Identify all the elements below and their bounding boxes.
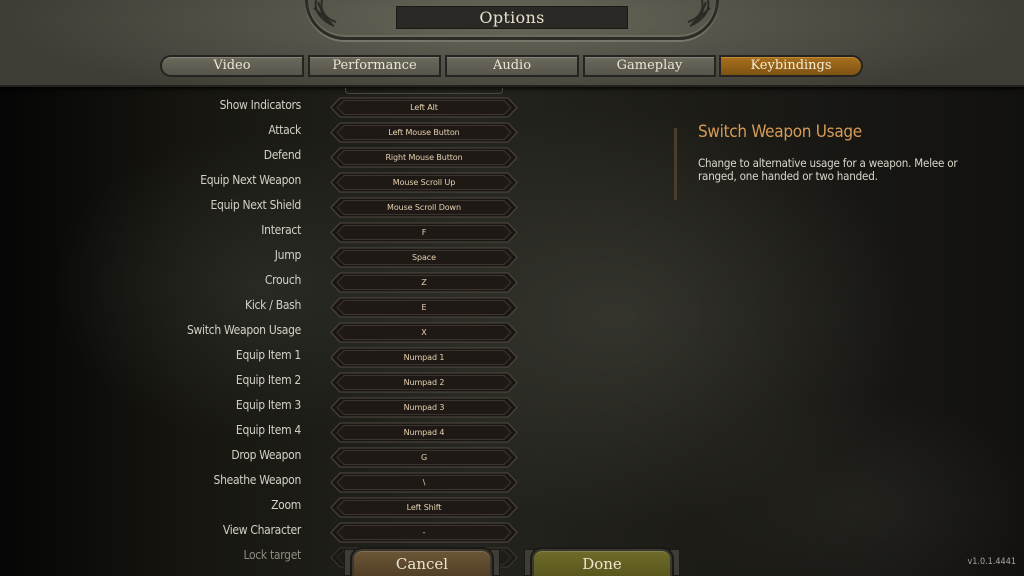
keybinding-key-button[interactable]: - [330, 522, 518, 543]
keybinding-key-value: Right Mouse Button [385, 153, 463, 162]
keybinding-key-button[interactable]: F [330, 222, 518, 243]
keybinding-key-button[interactable]: \ [330, 472, 518, 493]
keybinding-key-button[interactable]: X [330, 322, 518, 343]
keybinding-key-value: G [420, 453, 428, 462]
keybinding-list[interactable]: Show Indicators Left Alt Attack Left Mouse … [0, 88, 540, 576]
keybinding-key-value: E [421, 303, 427, 312]
keybinding-key-value: Mouse Scroll Down [387, 203, 461, 212]
keybinding-action-label: Equip Next Shield [210, 198, 302, 212]
keybinding-key-value: Numpad 3 [403, 403, 445, 412]
keybinding-key-button[interactable]: E [330, 297, 518, 318]
keybinding-key-button[interactable]: Numpad 4 [330, 422, 518, 443]
keybinding-row: Jump Space [0, 245, 540, 270]
keybinding-key-value: X [421, 328, 427, 337]
keybinding-action-label: Equip Item 3 [235, 398, 301, 412]
keybinding-row: Interact F [0, 220, 540, 245]
keybinding-row: Equip Item 3 Numpad 3 [0, 395, 540, 420]
cancel-button[interactable]: Cancel [352, 549, 492, 576]
keybinding-action-label: Zoom [271, 498, 301, 512]
keybinding-key-value: Z [421, 278, 427, 287]
tab-gameplay[interactable]: Gameplay [583, 55, 716, 77]
keybinding-row: Switch Weapon Usage X [0, 320, 540, 345]
keybinding-key-value: Left Shift [406, 503, 442, 512]
keybinding-row: Equip Next Shield Mouse Scroll Down [0, 195, 540, 220]
keybinding-action-label: Lock target [243, 548, 301, 562]
keybinding-row: Attack Left Mouse Button [0, 120, 540, 145]
keybinding-row: Equip Item 1 Numpad 1 [0, 345, 540, 370]
keybinding-key-value: Numpad 1 [403, 353, 445, 362]
keybinding-key-value: Numpad 2 [403, 378, 445, 387]
keybinding-key-button[interactable]: Space [330, 247, 518, 268]
keybinding-row: Sheathe Weapon \ [0, 470, 540, 495]
page-title: Options [396, 6, 628, 29]
keybinding-key-value: - [422, 528, 426, 537]
celtic-knot-left-icon [313, 0, 337, 27]
keybinding-row: Equip Item 2 Numpad 2 [0, 370, 540, 395]
keybinding-row: Crouch Z [0, 270, 540, 295]
keybinding-action-label: Drop Weapon [231, 448, 301, 462]
done-button[interactable]: Done [532, 549, 672, 576]
keybinding-key-button[interactable]: Mouse Scroll Down [330, 197, 518, 218]
keybinding-action-label: Kick / Bash [245, 298, 301, 312]
keybinding-key-value: Space [412, 253, 436, 262]
keybinding-action-label: Equip Next Weapon [200, 173, 301, 187]
keybinding-row: Kick / Bash E [0, 295, 540, 320]
keybinding-row: View Character - [0, 520, 540, 545]
keybinding-row: Drop Weapon G [0, 445, 540, 470]
keybinding-key-button[interactable]: Left Shift [330, 497, 518, 518]
keybinding-action-label: Sheathe Weapon [213, 473, 302, 487]
tab-keybindings[interactable]: Keybindings [719, 55, 863, 77]
keybinding-action-label: Crouch [264, 273, 301, 287]
description-text: Change to alternative usage for a weapon… [698, 156, 958, 183]
keybinding-key-value: F [421, 228, 427, 237]
keybinding-action-label: Show Indicators [219, 98, 302, 112]
tab-video[interactable]: Video [160, 55, 304, 77]
keybinding-key-button[interactable]: Z [330, 272, 518, 293]
keybinding-key-value: Left Mouse Button [388, 128, 460, 137]
keybinding-action-label: Interact [261, 223, 301, 237]
keybinding-row: Equip Next Weapon Mouse Scroll Up [0, 170, 540, 195]
keybinding-action-label: Attack [268, 123, 301, 137]
keybinding-key-button[interactable]: Left Alt [330, 97, 518, 118]
keybinding-row: Equip Item 4 Numpad 4 [0, 420, 540, 445]
description-title: Switch Weapon Usage [698, 122, 862, 142]
options-header: Options Video Performance Audio Gameplay… [0, 0, 1024, 87]
keybinding-action-label: Jump [274, 248, 302, 262]
keybinding-action-label: Equip Item 4 [235, 423, 301, 437]
keybinding-key-button[interactable]: Numpad 3 [330, 397, 518, 418]
keybinding-key-button[interactable]: Numpad 2 [330, 372, 518, 393]
keybinding-row: Zoom Left Shift [0, 495, 540, 520]
keybinding-key-value: Numpad 4 [403, 428, 445, 437]
keybinding-key-button[interactable]: Left Mouse Button [330, 122, 518, 143]
tab-audio[interactable]: Audio [445, 55, 579, 77]
keybinding-key-button[interactable]: G [330, 447, 518, 468]
keybinding-action-label: Defend [263, 148, 302, 162]
keybinding-key-button[interactable]: Mouse Scroll Up [330, 172, 518, 193]
version-label: v1.0.1.4441 [967, 557, 1016, 567]
keybinding-action-label: View Character [222, 523, 301, 537]
keybinding-row: Show Indicators Left Alt [0, 95, 540, 120]
keybinding-action-label: Switch Weapon Usage [186, 323, 301, 337]
keybinding-key-value: Mouse Scroll Up [392, 178, 456, 187]
keybinding-key-button[interactable]: Numpad 1 [330, 347, 518, 368]
keybinding-key-value: \ [422, 478, 426, 487]
keybinding-action-label: Equip Item 2 [235, 373, 301, 387]
description-accent-bar [674, 128, 677, 200]
keybinding-row: Defend Right Mouse Button [0, 145, 540, 170]
keybinding-action-label: Equip Item 1 [235, 348, 301, 362]
celtic-knot-right-icon [687, 0, 711, 27]
keybinding-key-value: Left Alt [410, 103, 438, 112]
keybinding-key-button[interactable]: Right Mouse Button [330, 147, 518, 168]
tab-performance[interactable]: Performance [308, 55, 441, 77]
